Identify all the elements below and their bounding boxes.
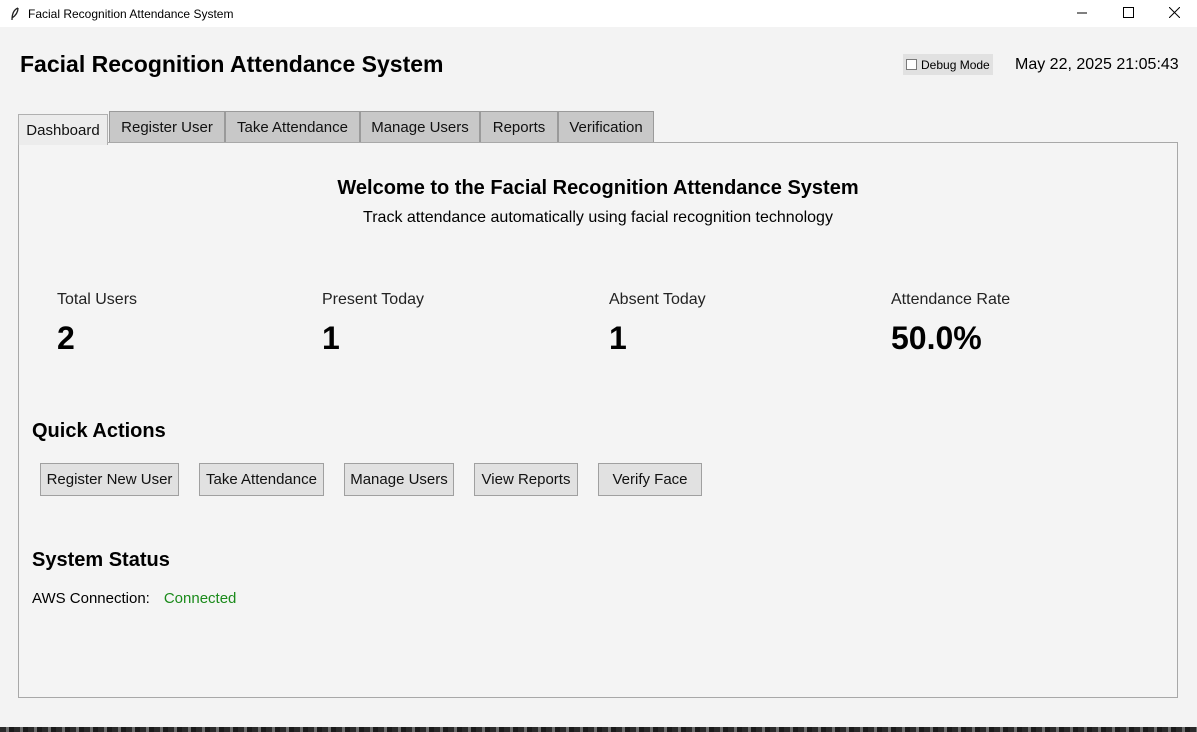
close-icon — [1168, 5, 1180, 23]
tab-register-user[interactable]: Register User — [109, 111, 225, 143]
verify-face-button[interactable]: Verify Face — [598, 463, 702, 496]
dashboard-panel: Welcome to the Facial Recognition Attend… — [18, 142, 1178, 698]
stat-label: Present Today — [322, 291, 424, 308]
stat-attendance-rate: Attendance Rate 50.0% — [891, 291, 1010, 357]
window-titlebar: Facial Recognition Attendance System — [0, 0, 1197, 27]
datetime-display: May 22, 2025 21:05:43 — [1015, 56, 1179, 73]
maximize-button[interactable] — [1105, 0, 1151, 27]
view-reports-button[interactable]: View Reports — [474, 463, 578, 496]
quick-actions-title: Quick Actions — [32, 420, 166, 442]
welcome-subtitle: Track attendance automatically using fac… — [363, 209, 833, 226]
stat-absent-today: Absent Today 1 — [609, 291, 706, 357]
aws-connection-status: Connected — [163, 590, 237, 607]
aws-status-row: AWS Connection: Connected — [32, 590, 236, 607]
close-button[interactable] — [1151, 0, 1197, 27]
debug-mode-checkbox[interactable] — [906, 59, 917, 70]
maximize-icon — [1122, 5, 1134, 23]
take-attendance-button[interactable]: Take Attendance — [199, 463, 324, 496]
system-status-title: System Status — [32, 549, 170, 571]
tab-dashboard[interactable]: Dashboard — [18, 114, 108, 145]
stat-label: Attendance Rate — [891, 291, 1011, 308]
debug-mode-toggle[interactable]: Debug Mode — [903, 54, 993, 75]
stat-value: 1 — [609, 320, 627, 356]
tab-manage-users[interactable]: Manage Users — [360, 111, 480, 143]
window-title: Facial Recognition Attendance System — [28, 6, 234, 21]
stat-present-today: Present Today 1 — [322, 291, 424, 357]
debug-mode-label: Debug Mode — [921, 57, 990, 72]
stat-label: Total Users — [57, 291, 138, 308]
stat-total-users: Total Users 2 — [57, 291, 137, 357]
app-heading: Facial Recognition Attendance System — [20, 51, 444, 77]
desktop-background-strip — [0, 727, 1197, 732]
tab-reports[interactable]: Reports — [480, 111, 558, 143]
manage-users-button[interactable]: Manage Users — [344, 463, 454, 496]
register-new-user-button[interactable]: Register New User — [40, 463, 179, 496]
tab-take-attendance[interactable]: Take Attendance — [225, 111, 360, 143]
welcome-title: Welcome to the Facial Recognition Attend… — [337, 177, 859, 199]
stat-value: 1 — [322, 320, 340, 356]
feather-icon — [8, 6, 22, 21]
tab-verification[interactable]: Verification — [558, 111, 654, 143]
minimize-button[interactable] — [1059, 0, 1105, 27]
aws-connection-label: AWS Connection: — [32, 590, 150, 607]
stat-label: Absent Today — [609, 291, 706, 308]
stat-value: 2 — [57, 320, 75, 356]
minimize-icon — [1077, 5, 1087, 23]
stat-value: 50.0% — [891, 320, 982, 356]
